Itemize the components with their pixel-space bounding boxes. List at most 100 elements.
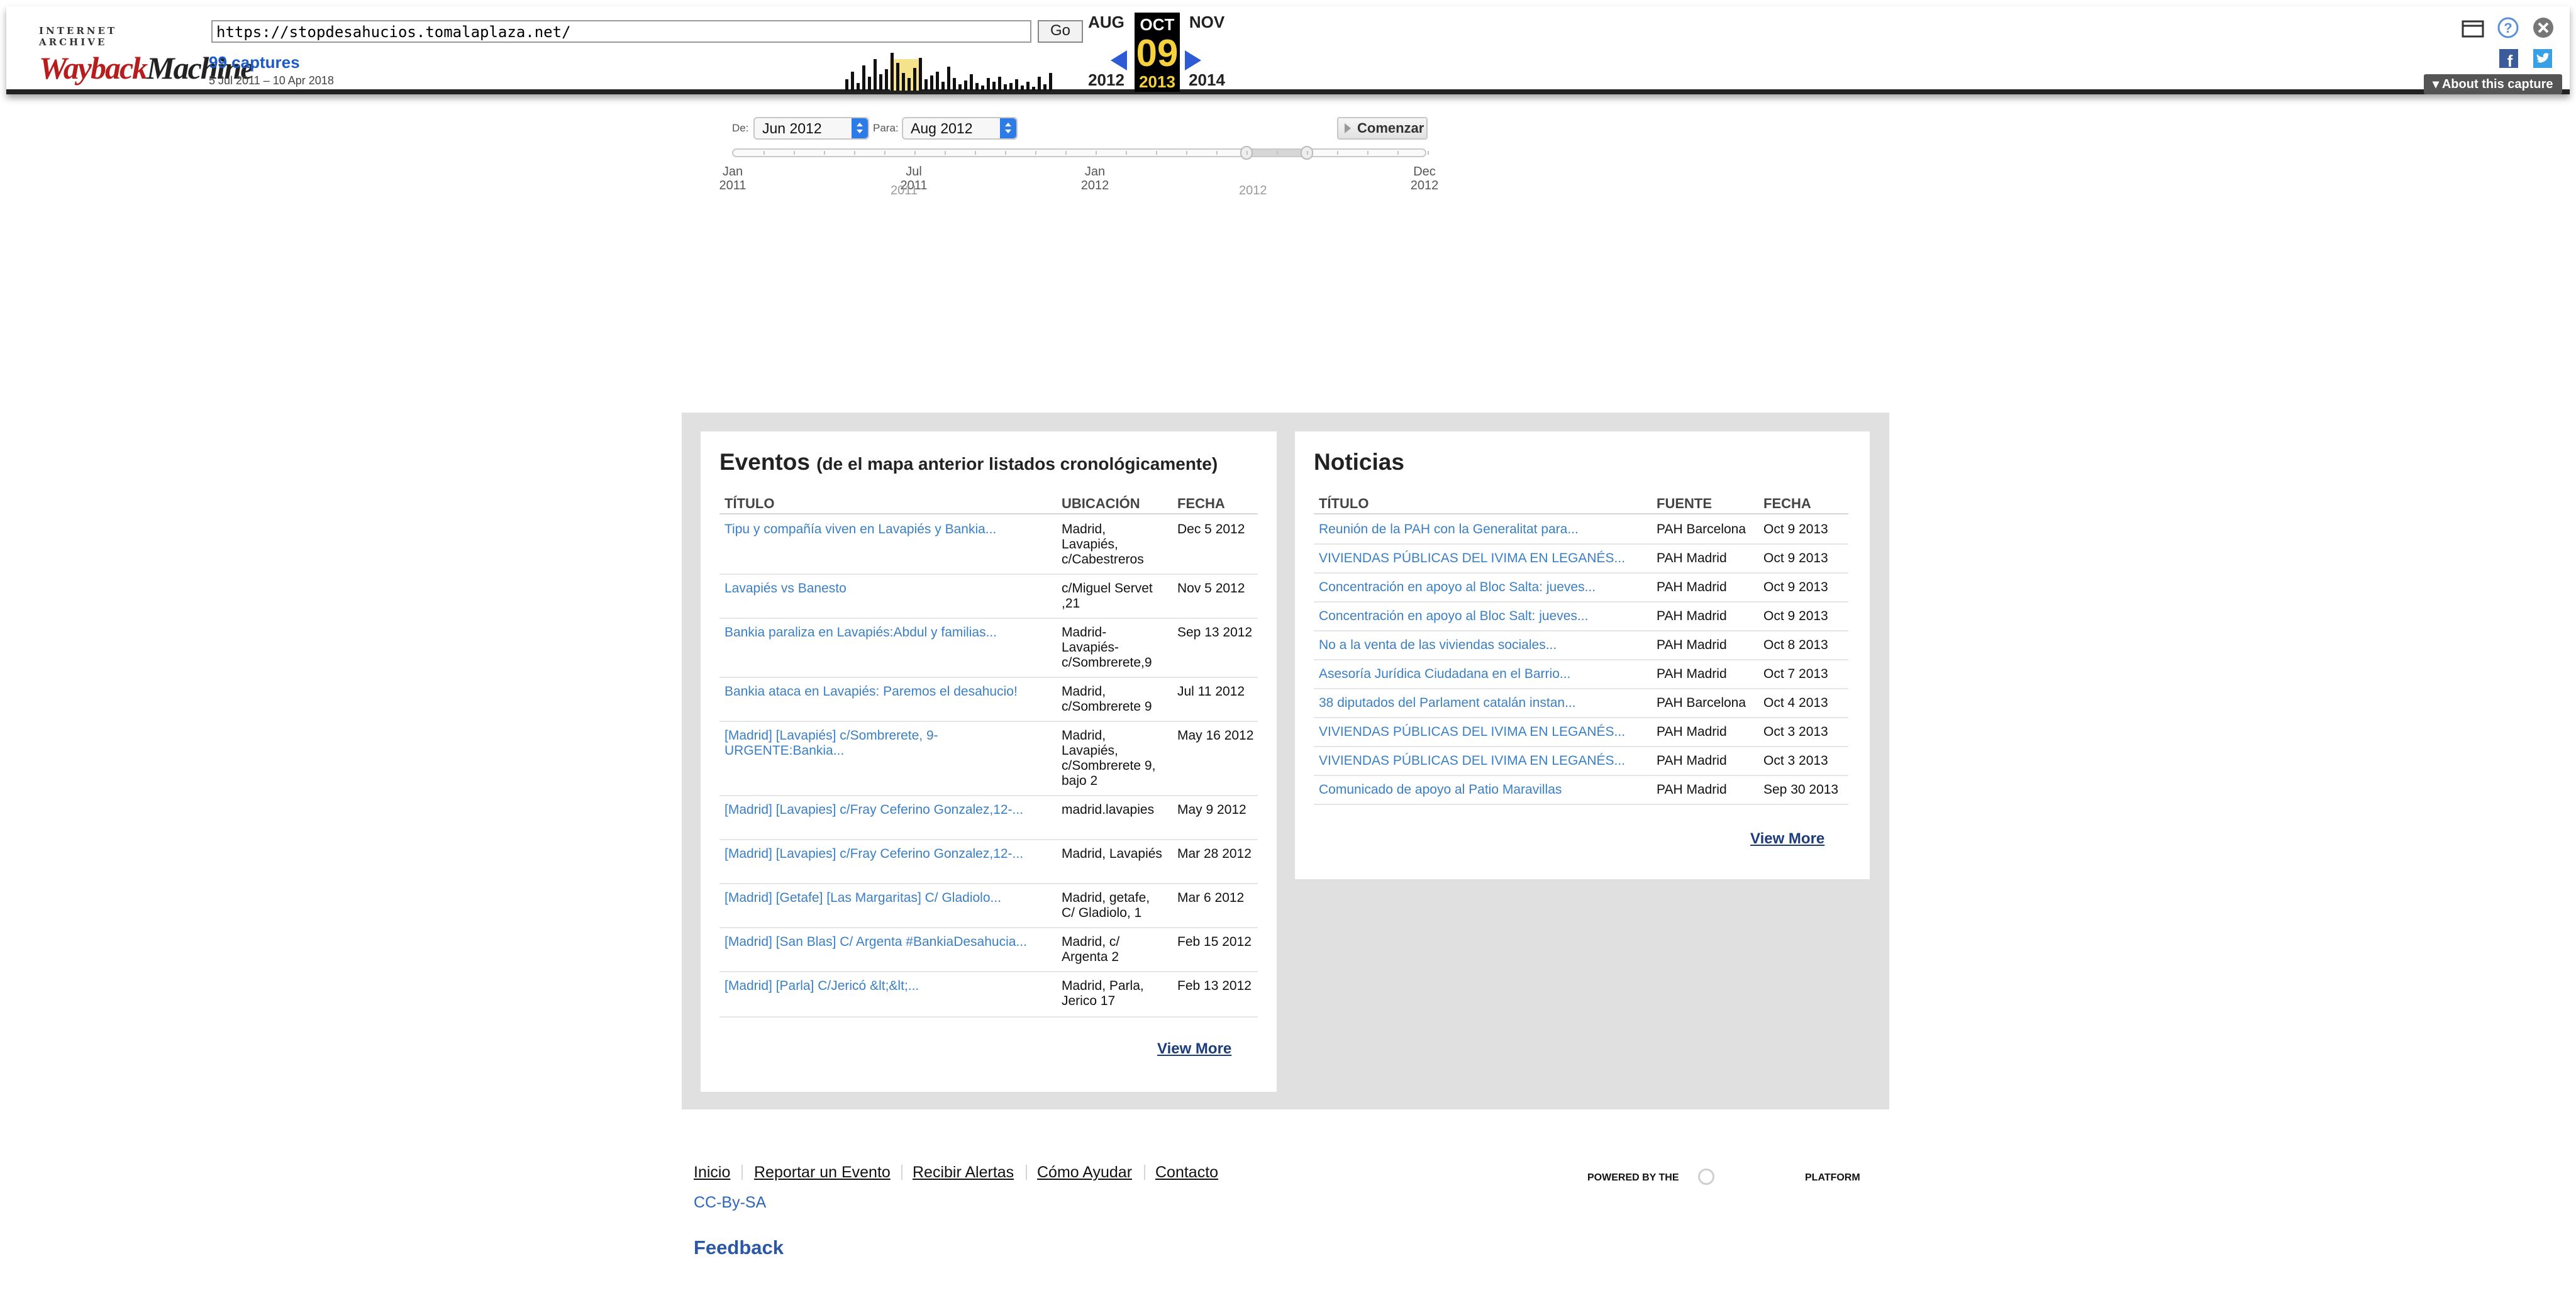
capture-sparkline[interactable] xyxy=(843,48,1075,91)
slider-tick xyxy=(914,151,916,155)
footer-link-alertas[interactable]: Recibir Alertas xyxy=(913,1163,1014,1182)
capture-bar xyxy=(845,79,848,91)
current-year: 2013 xyxy=(1139,72,1175,91)
capture-bar xyxy=(879,74,882,91)
select-arrows-icon xyxy=(852,118,868,138)
news-date: Oct 9 2013 xyxy=(1763,522,1828,536)
to-month-select[interactable]: Aug 2012 xyxy=(902,117,1018,140)
help-icon[interactable]: ? xyxy=(2497,16,2519,39)
event-title-link[interactable]: [Madrid] [Lavapies] c/Fray Ceferino Gonz… xyxy=(724,802,1052,818)
event-title-link[interactable]: [Madrid] [San Blas] C/ Argenta #BankiaDe… xyxy=(724,935,1052,950)
news-title-link[interactable]: Asesoría Jurídica Ciudadana en el Barrio… xyxy=(1319,667,1646,682)
timeline-slider[interactable] xyxy=(732,146,1429,160)
news-title-link[interactable]: VIVIENDAS PÚBLICAS DEL IVIMA EN LEGANÉS.… xyxy=(1319,725,1646,740)
capture-bar xyxy=(975,83,979,91)
slider-tick xyxy=(1307,151,1308,155)
event-title-link[interactable]: [Madrid] [Lavapies] c/Fray Ceferino Gonz… xyxy=(724,847,1052,862)
platform-logo-icon[interactable] xyxy=(1698,1169,1714,1185)
wayback-url-input[interactable]: https://stopdesahucios.tomalaplaza.net/ xyxy=(211,20,1031,43)
news-row: Reunión de la PAH con la Generalitat par… xyxy=(1314,516,1848,545)
capture-bar xyxy=(998,77,1001,91)
event-location: Madrid, Lavapiés, c/Cabestreros xyxy=(1062,522,1144,567)
slider-tick xyxy=(1216,151,1218,155)
news-title-link[interactable]: VIVIENDAS PÚBLICAS DEL IVIMA EN LEGANÉS.… xyxy=(1319,551,1646,566)
axis-label: Dec 2012 xyxy=(1410,165,1439,192)
event-location: c/Miguel Servet ,21 xyxy=(1062,581,1153,611)
capture-bar xyxy=(924,79,928,91)
events-view-more-link[interactable]: View More xyxy=(1157,1040,1231,1058)
capture-bar xyxy=(1009,83,1013,91)
prev-month-label[interactable]: AUG xyxy=(1084,13,1128,32)
news-date: Oct 9 2013 xyxy=(1763,580,1828,594)
news-title-link[interactable]: VIVIENDAS PÚBLICAS DEL IVIMA EN LEGANÉS.… xyxy=(1319,753,1646,769)
footer-link-reportar[interactable]: Reportar un Evento xyxy=(754,1163,891,1182)
prev-capture-arrow-icon[interactable] xyxy=(1111,50,1127,70)
slider-tick xyxy=(1096,151,1097,155)
event-title-link[interactable]: Lavapiés vs Banesto xyxy=(724,581,1052,596)
next-capture-arrow-icon[interactable] xyxy=(1185,50,1201,70)
news-title-link[interactable]: Concentración en apoyo al Bloc Salta: ju… xyxy=(1319,580,1646,595)
news-col-title: TÍTULO xyxy=(1319,496,1369,511)
capture-bar xyxy=(1021,86,1024,91)
footer-link-contacto[interactable]: Contacto xyxy=(1155,1163,1218,1182)
start-button[interactable]: Comenzar xyxy=(1337,117,1428,140)
event-title-link[interactable]: [Madrid] [Parla] C/Jericó &lt;&lt;... xyxy=(724,979,1052,994)
news-row: No a la venta de las viviendas sociales.… xyxy=(1314,631,1848,660)
next-year-label[interactable]: 2014 xyxy=(1185,70,1229,90)
wayback-toolbar: INTERNET ARCHIVE WaybackMachine https://… xyxy=(0,0,2576,99)
prev-year-label[interactable]: 2012 xyxy=(1084,70,1128,90)
news-title-link[interactable]: 38 diputados del Parlament catalán insta… xyxy=(1319,696,1646,711)
close-icon[interactable] xyxy=(2532,16,2555,39)
capture-bar xyxy=(1043,84,1046,91)
slider-tick xyxy=(1035,151,1036,155)
news-title-link[interactable]: No a la venta de las viviendas sociales.… xyxy=(1319,638,1646,653)
window-icon[interactable] xyxy=(2462,19,2484,39)
footer-link-ayudar[interactable]: Cómo Ayudar xyxy=(1037,1163,1132,1182)
capture-bar xyxy=(964,81,967,91)
capture-bar xyxy=(857,83,860,91)
capture-bar xyxy=(908,78,911,91)
events-col-date: FECHA xyxy=(1177,496,1225,511)
from-month-select[interactable]: Jun 2012 xyxy=(753,117,869,140)
news-title-link[interactable]: Comunicado de apoyo al Patio Maravillas xyxy=(1319,782,1646,797)
feedback-link[interactable]: Feedback xyxy=(694,1236,784,1259)
news-title-link[interactable]: Concentración en apoyo al Bloc Salt: jue… xyxy=(1319,609,1646,624)
license-link[interactable]: CC-By-SA xyxy=(694,1194,766,1212)
facebook-icon[interactable]: f xyxy=(2499,49,2518,68)
event-row: [Madrid] [San Blas] C/ Argenta #BankiaDe… xyxy=(719,928,1258,972)
about-capture-button[interactable]: ▾ About this capture xyxy=(2424,74,2562,94)
slider-tick xyxy=(763,151,765,155)
news-title-link[interactable]: Reunión de la PAH con la Generalitat par… xyxy=(1319,522,1646,537)
wayback-logo[interactable]: INTERNET ARCHIVE WaybackMachine xyxy=(39,25,255,84)
event-row: [Madrid] [Getafe] [Las Margaritas] C/ Gl… xyxy=(719,884,1258,928)
twitter-icon[interactable] xyxy=(2533,49,2552,68)
platform-text: PLATFORM xyxy=(1805,1172,1860,1183)
slider-tick xyxy=(945,151,946,155)
news-source: PAH Madrid xyxy=(1657,667,1727,681)
news-date: Oct 3 2013 xyxy=(1763,753,1828,768)
event-location: Madrid-Lavapiés-c/Sombrerete,9 xyxy=(1062,625,1152,670)
captures-link[interactable]: 99 captures xyxy=(209,53,300,72)
event-row: [Madrid] [Parla] C/Jericó &lt;&lt;... Mad… xyxy=(719,972,1258,1018)
slider-tick xyxy=(1065,151,1067,155)
capture-bar xyxy=(1049,73,1052,91)
event-title-link[interactable]: Bankia paraliza en Lavapiés:Abdul y fami… xyxy=(724,625,1052,640)
news-date: Oct 9 2013 xyxy=(1763,551,1828,565)
event-title-link[interactable]: [Madrid] [Lavapiés] c/Sombrerete, 9-URGE… xyxy=(724,728,1052,758)
slider-tick xyxy=(824,151,825,155)
event-title-link[interactable]: Bankia ataca en Lavapiés: Paremos el des… xyxy=(724,684,1052,699)
footer-link-inicio[interactable]: Inicio xyxy=(694,1163,730,1182)
select-arrows-icon xyxy=(1000,118,1016,138)
event-title-link[interactable]: [Madrid] [Getafe] [Las Margaritas] C/ Gl… xyxy=(724,891,1052,906)
news-col-date: FECHA xyxy=(1763,496,1811,511)
capture-bar xyxy=(1026,82,1030,91)
footer-separator xyxy=(1144,1165,1145,1180)
event-title-link[interactable]: Tipu y compañía viven en Lavapiés y Bank… xyxy=(724,522,1052,537)
news-view-more-link[interactable]: View More xyxy=(1750,830,1824,848)
event-date: Nov 5 2012 xyxy=(1177,581,1245,596)
go-button[interactable]: Go xyxy=(1038,20,1083,43)
slider-tick xyxy=(884,151,886,155)
news-row: VIVIENDAS PÚBLICAS DEL IVIMA EN LEGANÉS.… xyxy=(1314,747,1848,776)
next-month-label[interactable]: NOV xyxy=(1185,13,1229,32)
capture-bar xyxy=(1038,77,1041,91)
